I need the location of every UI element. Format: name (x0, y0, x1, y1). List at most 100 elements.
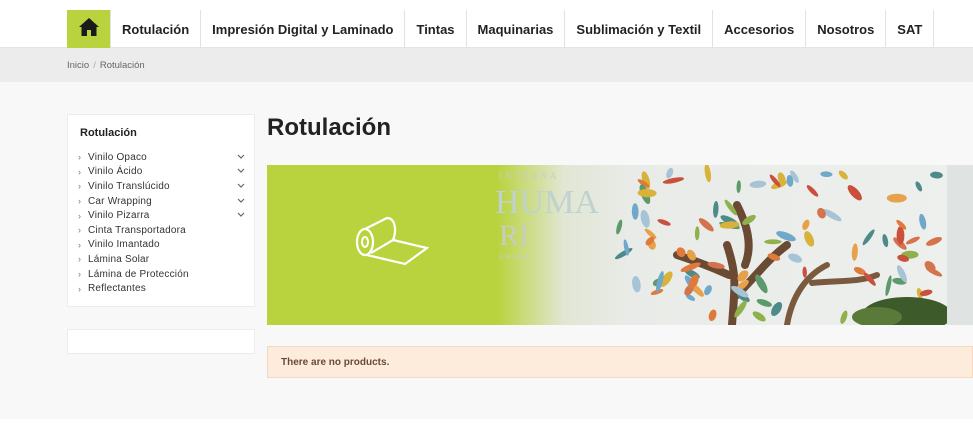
mural-leaf (736, 180, 741, 193)
nav-item-impresion-digital-y-laminado[interactable]: Impresión Digital y Laminado (200, 10, 404, 48)
mural-leaf (614, 247, 633, 260)
sidebar-item[interactable]: › Reflectantes (78, 281, 246, 296)
mural-leaf (862, 229, 875, 246)
mural-leaf (847, 185, 862, 201)
nav-item-sat[interactable]: SAT (885, 10, 935, 48)
mural-leaf (851, 243, 858, 261)
mural-leaf (905, 236, 920, 245)
sidebar-item-label: Car Wrapping (88, 195, 152, 207)
sidebar-item-label: Vinilo Pizarra (88, 210, 150, 222)
mural-text-1: INTERNA (499, 171, 560, 181)
mural-leaf (755, 274, 768, 294)
chevron-right-icon: › (78, 181, 82, 192)
sidebar-item[interactable]: › Vinilo Opaco (78, 150, 246, 165)
nav-item-accesorios[interactable]: Accesorios (712, 10, 805, 48)
mural-text-2: HUMA (495, 184, 599, 221)
mural-leaf (817, 207, 826, 219)
sidebar-item[interactable]: › Vinilo Imantado (78, 238, 246, 253)
sidebar-item[interactable]: › Lámina Solar (78, 252, 246, 267)
nav-item-nosotros[interactable]: Nosotros (805, 10, 885, 48)
nav-item-maquinarias[interactable]: Maquinarias (465, 10, 565, 48)
sidebar-item[interactable]: › Vinilo Ácido (78, 165, 246, 180)
chevron-right-icon: › (78, 210, 82, 221)
chevron-right-icon: › (78, 196, 82, 207)
chevron-right-icon: › (78, 225, 82, 236)
sidebar-item-label: Vinilo Imantado (88, 239, 160, 251)
mural-leaf (802, 266, 807, 278)
mural-leaf (708, 309, 717, 322)
mural-leaf (713, 201, 719, 218)
mural-leaf (804, 231, 815, 247)
main-menu: Rotulación Impresión Digital y Laminado Ti… (110, 10, 935, 48)
mural-leaf (657, 219, 671, 226)
sidebar-item[interactable]: › Lámina de Protección (78, 267, 246, 282)
chevron-down-icon[interactable] (236, 196, 246, 207)
mural-text-4: AWARA (499, 255, 531, 261)
mural-leaf (771, 302, 783, 316)
mural-leaf (694, 226, 700, 241)
chevron-down-icon[interactable] (236, 166, 246, 177)
sidebar-item-label: Lámina Solar (88, 253, 150, 265)
sidebar-item-label: Reflectantes (88, 283, 146, 295)
chevron-right-icon: › (78, 269, 82, 280)
mural-leaf (885, 275, 892, 296)
chevron-right-icon: › (78, 254, 82, 265)
vinyl-roll-icon (353, 214, 430, 271)
mural-leaf (704, 285, 712, 296)
mural-leaf (632, 275, 641, 293)
sidebar-item-label: Vinilo Translúcido (88, 180, 170, 192)
breadcrumb-separator: / (93, 60, 96, 71)
sidebar-item-label: Vinilo Ácido (88, 166, 143, 178)
mural-leaf (840, 310, 848, 324)
sidebar-item[interactable]: › Vinilo Translúcido (78, 179, 246, 194)
sidebar-item-label: Cinta Transportadora (88, 224, 186, 236)
breadcrumb-home-link[interactable]: Inicio (67, 60, 89, 71)
mural-leaf (930, 171, 943, 179)
mural-leaf (666, 167, 674, 179)
sidebar-secondary-block (67, 329, 255, 354)
top-navigation-bar: Rotulación Impresión Digital y Laminado Ti… (0, 0, 973, 48)
mural-leaf (698, 218, 714, 232)
breadcrumb-current: Rotulación (99, 60, 145, 71)
mural-leaf (764, 239, 782, 245)
mural-leaf (802, 219, 810, 231)
chevron-down-icon[interactable] (236, 210, 246, 221)
nav-item-sublimacion-y-textil[interactable]: Sublimación y Textil (564, 10, 712, 48)
chevron-down-icon[interactable] (236, 152, 246, 163)
home-button[interactable] (67, 10, 110, 48)
mural-leaf (919, 213, 927, 230)
mural-leaf (806, 185, 819, 197)
mural-leaf (886, 193, 907, 203)
sidebar-item-label: Vinilo Opaco (88, 151, 147, 163)
sidebar-item[interactable]: › Car Wrapping (78, 194, 246, 209)
mural-leaf (749, 180, 767, 188)
no-products-notice: There are no products. (267, 346, 973, 378)
mural-leaf (915, 181, 923, 192)
mural-leaf (882, 234, 889, 248)
mural-leaf (838, 170, 848, 180)
breadcrumb: Inicio / Rotulación (67, 60, 145, 71)
page-title: Rotulación (267, 114, 391, 141)
mural-leaf (616, 219, 623, 235)
footer-strip (0, 419, 973, 442)
chevron-right-icon: › (78, 239, 82, 250)
category-banner: INTERNA HUMA RI AWARA (267, 165, 973, 325)
sidebar-item[interactable]: › Cinta Transportadora (78, 223, 246, 238)
notice-text: There are no products. (281, 357, 390, 368)
home-icon (78, 17, 100, 42)
chevron-right-icon: › (78, 283, 82, 294)
nav-item-tintas[interactable]: Tintas (404, 10, 465, 48)
breadcrumb-band (0, 48, 973, 82)
category-sidebar: Rotulación › Vinilo Opaco › Vinilo Ácido › Vi… (67, 114, 255, 307)
chevron-right-icon: › (78, 152, 82, 163)
sidebar-category-list: › Vinilo Opaco › Vinilo Ácido › Vinilo Transl… (78, 150, 246, 296)
mural-leaf (820, 171, 833, 178)
sidebar-item[interactable]: › Vinilo Pizarra (78, 208, 246, 223)
sidebar-item-label: Lámina de Protección (88, 268, 189, 280)
mural-leaf (752, 311, 766, 322)
chevron-down-icon[interactable] (236, 181, 246, 192)
mural-leaf (788, 253, 803, 263)
sidebar-title: Rotulación (80, 127, 137, 139)
nav-item-rotulacion[interactable]: Rotulación (110, 10, 200, 48)
mural-leaf (640, 209, 650, 228)
